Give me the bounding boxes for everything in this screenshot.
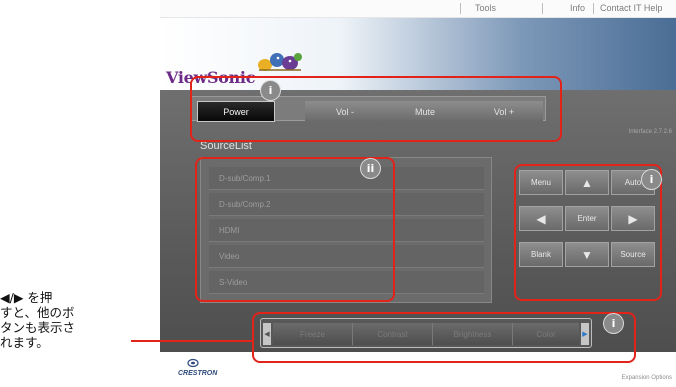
interface-version: Interface 2.7.2.6 — [628, 129, 672, 135]
tools-link[interactable]: Tools — [475, 3, 496, 13]
viewsonic-birds-icon — [258, 53, 302, 71]
info-badge-i: i — [261, 81, 280, 100]
info-badge-i: i — [604, 314, 623, 333]
highlight-box-power-bar — [190, 76, 562, 142]
annotation-line: タンも表示さ — [0, 320, 76, 335]
divider — [593, 3, 594, 14]
expansion-options-link[interactable]: Expansion Options — [622, 375, 672, 381]
crestron-logo: CRESTRON — [178, 370, 218, 377]
divider — [542, 3, 543, 14]
top-navigation: Tools Info Contact IT Help — [160, 0, 676, 18]
info-link[interactable]: Info — [570, 3, 585, 13]
crestron-logo-icon — [187, 358, 199, 368]
info-badge-ii: ii — [361, 159, 380, 178]
highlight-box-source-list — [195, 157, 395, 302]
contact-it-help-link[interactable]: Contact IT Help — [600, 3, 662, 13]
highlight-box-scroll-bar — [252, 312, 636, 363]
divider — [460, 3, 461, 14]
annotation-line: れます。 — [0, 335, 49, 350]
info-badge-i: i — [642, 170, 661, 189]
annotation-leader-line — [131, 340, 252, 342]
annotation-line: すと、他のボ — [0, 305, 75, 320]
annotation-note: ◀/▶ を押 すと、他のボ タンも表示さ れます。 — [0, 290, 130, 350]
highlight-box-navigation-pad — [514, 164, 662, 301]
annotation-line: ◀/▶ を押 — [0, 290, 53, 305]
